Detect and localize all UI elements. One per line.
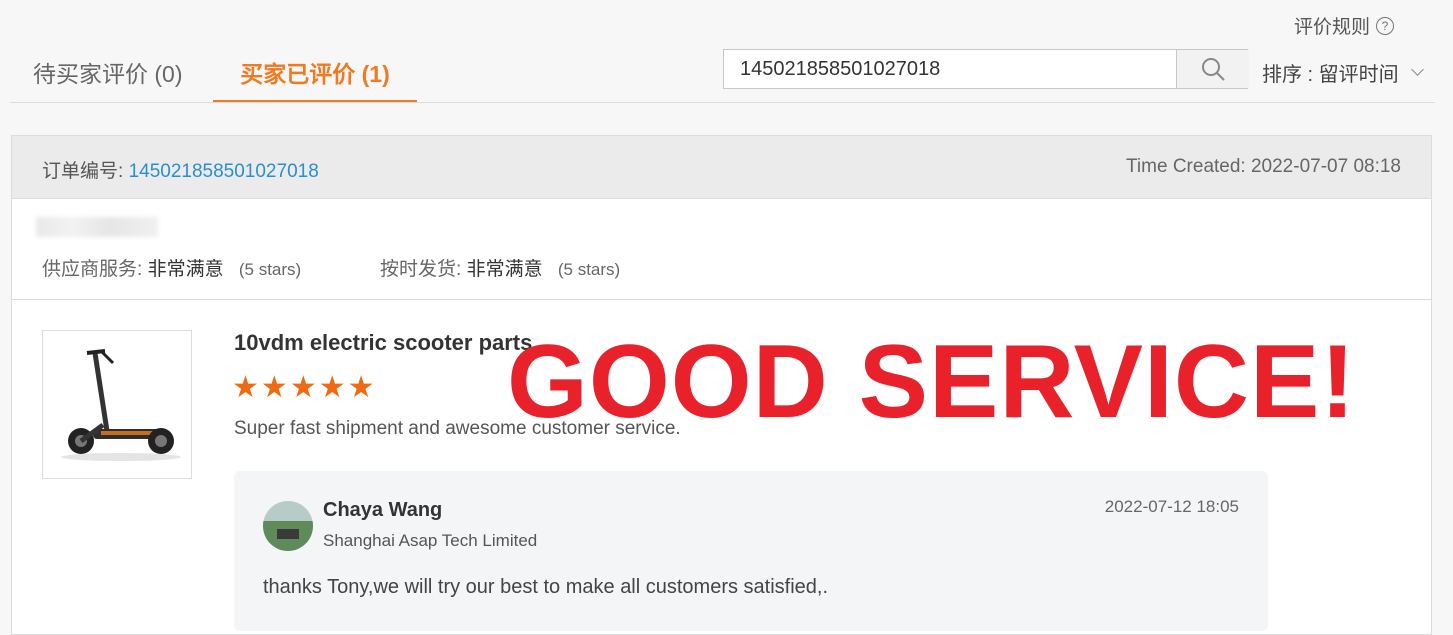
order-header: 订单编号: 145021858501027018 Time Created: 2… — [12, 136, 1431, 199]
supplier-ratings: 供应商服务: 非常满意 (5 stars) 按时发货: 非常满意 (5 star… — [12, 199, 1431, 300]
order-search — [723, 49, 1249, 89]
review-rules-link[interactable]: 评价规则 ? — [1294, 12, 1395, 39]
order-number-label: 订单编号: — [42, 161, 124, 182]
search-icon — [1202, 58, 1225, 81]
rating-value: 非常满意 — [466, 259, 543, 280]
time-created-label: Time Created: — [1126, 156, 1246, 177]
time-created-value: 2022-07-07 08:18 — [1250, 156, 1401, 177]
order-number-link[interactable]: 145021858501027018 — [129, 161, 319, 182]
blurred-buyer-name — [36, 217, 158, 237]
rating-label: 按时发货: — [380, 259, 462, 280]
good-service-overlay: GOOD SERVICE! — [507, 324, 1357, 440]
reply-date: 2022-07-12 18:05 — [1104, 497, 1239, 516]
reply-author-name: Chaya Wang — [323, 499, 443, 521]
order-number: 订单编号: 145021858501027018 — [42, 156, 319, 183]
search-button[interactable] — [1176, 50, 1249, 88]
review-rules-label: 评价规则 — [1294, 17, 1371, 38]
order-search-input[interactable] — [724, 50, 1176, 88]
rating-label: 供应商服务: — [42, 259, 143, 280]
reply-author-company: Shanghai Asap Tech Limited — [323, 531, 538, 550]
star-icon: ★ — [347, 371, 375, 404]
reply-text: thanks Tony,we will try our best to make… — [263, 576, 829, 598]
product-star-rating: ★ ★ ★ ★ ★ — [232, 373, 375, 403]
chevron-down-icon — [1410, 63, 1424, 76]
supplier-reply: Chaya Wang Shanghai Asap Tech Limited 20… — [234, 471, 1268, 631]
tab-reviewed[interactable]: 买家已评价 (1) — [213, 55, 417, 102]
help-circle-icon: ? — [1376, 16, 1395, 35]
product-title[interactable]: 10vdm electric scooter parts — [234, 330, 532, 356]
star-icon: ★ — [289, 371, 317, 404]
star-icon: ★ — [318, 371, 346, 404]
rating-note: (5 stars) — [557, 260, 621, 279]
avatar — [263, 501, 313, 551]
rating-value: 非常满意 — [147, 259, 224, 280]
time-created: Time Created: 2022-07-07 08:18 — [1126, 156, 1401, 178]
star-icon: ★ — [232, 371, 259, 404]
product-image[interactable] — [42, 330, 192, 479]
rating-supplier-service: 供应商服务: 非常满意 (5 stars) — [42, 254, 301, 281]
rating-note: (5 stars) — [238, 260, 302, 279]
rating-on-time-delivery: 按时发货: 非常满意 (5 stars) — [380, 254, 620, 281]
scooter-image — [61, 349, 181, 461]
tab-pending-reviews[interactable]: 待买家评价 (0) — [33, 55, 183, 102]
sort-label: 排序 : 留评时间 — [1262, 64, 1399, 86]
sort-dropdown[interactable]: 排序 : 留评时间 — [1262, 58, 1424, 87]
star-icon: ★ — [260, 371, 288, 404]
